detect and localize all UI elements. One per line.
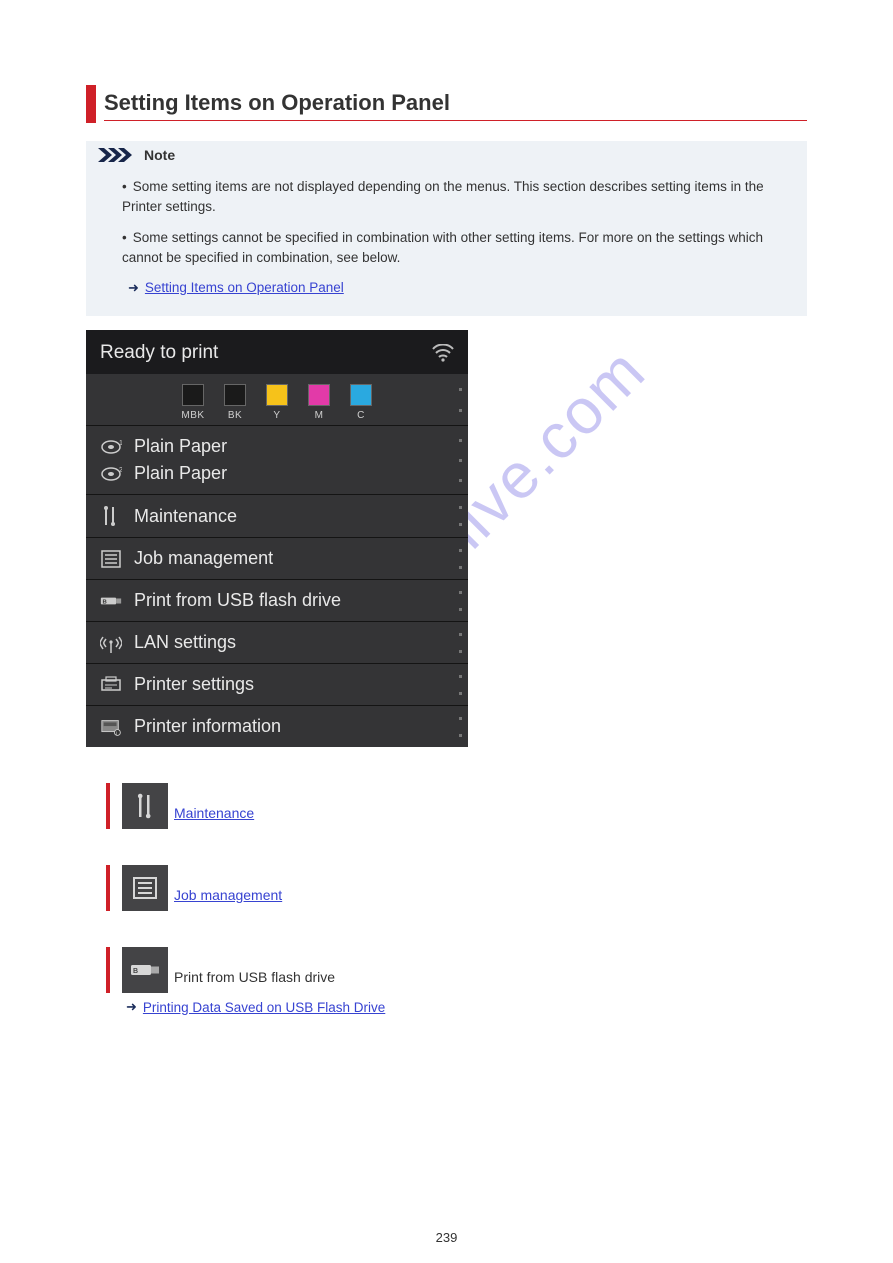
- item-maintenance: Maintenance: [106, 783, 807, 829]
- item-print-from-usb: B Print from USB flash drive: [106, 947, 807, 993]
- job-list-icon: [100, 550, 122, 568]
- ink-swatch-bk: [224, 384, 246, 406]
- item-job-management: Job management: [106, 865, 807, 911]
- note-cross-ref-link[interactable]: Setting Items on Operation Panel: [145, 278, 344, 298]
- scroll-dots-icon: [459, 580, 462, 621]
- menu-printer-settings[interactable]: Printer settings: [86, 664, 468, 706]
- roll-paper-2-icon: 2: [100, 466, 122, 482]
- ink-swatch-c: [350, 384, 372, 406]
- paper-1-label: Plain Paper: [134, 436, 227, 457]
- job-management-link[interactable]: Job management: [174, 887, 282, 903]
- printer-settings-icon: [100, 676, 122, 694]
- ink-swatch-y: [266, 384, 288, 406]
- menu-job-management[interactable]: Job management: [86, 538, 468, 580]
- page-title: Setting Items on Operation Panel: [104, 90, 450, 115]
- menu-printer-info-label: Printer information: [134, 716, 281, 737]
- menu-print-from-usb[interactable]: B Print from USB flash drive: [86, 580, 468, 622]
- title-underline: Setting Items on Operation Panel: [104, 90, 807, 121]
- printer-info-icon: i: [100, 717, 122, 737]
- maintenance-link[interactable]: Maintenance: [174, 805, 254, 821]
- menu-lan-label: LAN settings: [134, 632, 236, 653]
- menu-lan-settings[interactable]: LAN settings: [86, 622, 468, 664]
- svg-text:B: B: [133, 968, 138, 975]
- roll-paper-1-icon: 1: [100, 439, 122, 455]
- arrow-right-icon: ➜: [128, 278, 139, 298]
- svg-text:i: i: [116, 731, 117, 737]
- screen-status-text: Ready to print: [100, 342, 218, 364]
- note-label: Note: [144, 147, 175, 163]
- note-line-2: Some settings cannot be specified in com…: [122, 228, 795, 269]
- wifi-icon: [432, 344, 454, 362]
- scroll-dots-icon: [459, 706, 462, 747]
- menu-usb-label: Print from USB flash drive: [134, 590, 341, 611]
- menu-printer-information[interactable]: i Printer information: [86, 706, 468, 747]
- scroll-dots-icon: [459, 622, 462, 663]
- menu-maintenance-label: Maintenance: [134, 506, 237, 527]
- title-accent: [86, 85, 96, 123]
- note-chevrons-icon: [98, 148, 138, 162]
- scroll-dots-icon: [459, 538, 462, 579]
- job-list-icon: [122, 865, 168, 911]
- note-block: Note Some setting items are not displaye…: [86, 141, 807, 316]
- scroll-dots-icon: [459, 426, 462, 494]
- usb-item-text: Print from USB flash drive: [174, 969, 335, 985]
- menu-printer-settings-label: Printer settings: [134, 674, 254, 695]
- scroll-dots-icon: [459, 664, 462, 705]
- menu-job-label: Job management: [134, 548, 273, 569]
- ink-label-m: M: [315, 410, 324, 421]
- ink-swatch-m: [308, 384, 330, 406]
- maintenance-tools-icon: [100, 505, 122, 527]
- svg-text:2: 2: [119, 467, 122, 474]
- item-accent-bar: [106, 865, 110, 911]
- usb-drive-icon: B: [122, 947, 168, 993]
- ink-label-mbk: MBK: [181, 410, 204, 421]
- ink-label-c: C: [357, 410, 365, 421]
- note-line-1: Some setting items are not displayed dep…: [122, 177, 795, 218]
- page-number: 239: [0, 1230, 893, 1245]
- ink-label-bk: BK: [228, 410, 242, 421]
- svg-text:1: 1: [119, 440, 122, 447]
- paper-source-row[interactable]: 1 Plain Paper 2 Plain Paper: [86, 426, 468, 495]
- page-title-bar: Setting Items on Operation Panel: [86, 85, 807, 123]
- arrow-right-icon: ➜: [126, 999, 137, 1015]
- menu-maintenance[interactable]: Maintenance: [86, 495, 468, 538]
- item-accent-bar: [106, 947, 110, 993]
- maintenance-tools-icon: [122, 783, 168, 829]
- scroll-dots-icon: [459, 374, 462, 425]
- svg-text:B: B: [103, 599, 107, 605]
- ink-levels-row[interactable]: MBK BK Y M C: [86, 374, 468, 426]
- ink-swatch-mbk: [182, 384, 204, 406]
- usb-drive-icon: B: [100, 594, 122, 608]
- item-accent-bar: [106, 783, 110, 829]
- printer-touchscreen: Ready to print MBK BK Y: [86, 330, 468, 747]
- scroll-dots-icon: [459, 495, 462, 537]
- paper-2-label: Plain Paper: [134, 463, 227, 484]
- ink-label-y: Y: [273, 410, 280, 421]
- usb-reference-link[interactable]: Printing Data Saved on USB Flash Drive: [143, 1000, 385, 1015]
- antenna-icon: [100, 633, 122, 653]
